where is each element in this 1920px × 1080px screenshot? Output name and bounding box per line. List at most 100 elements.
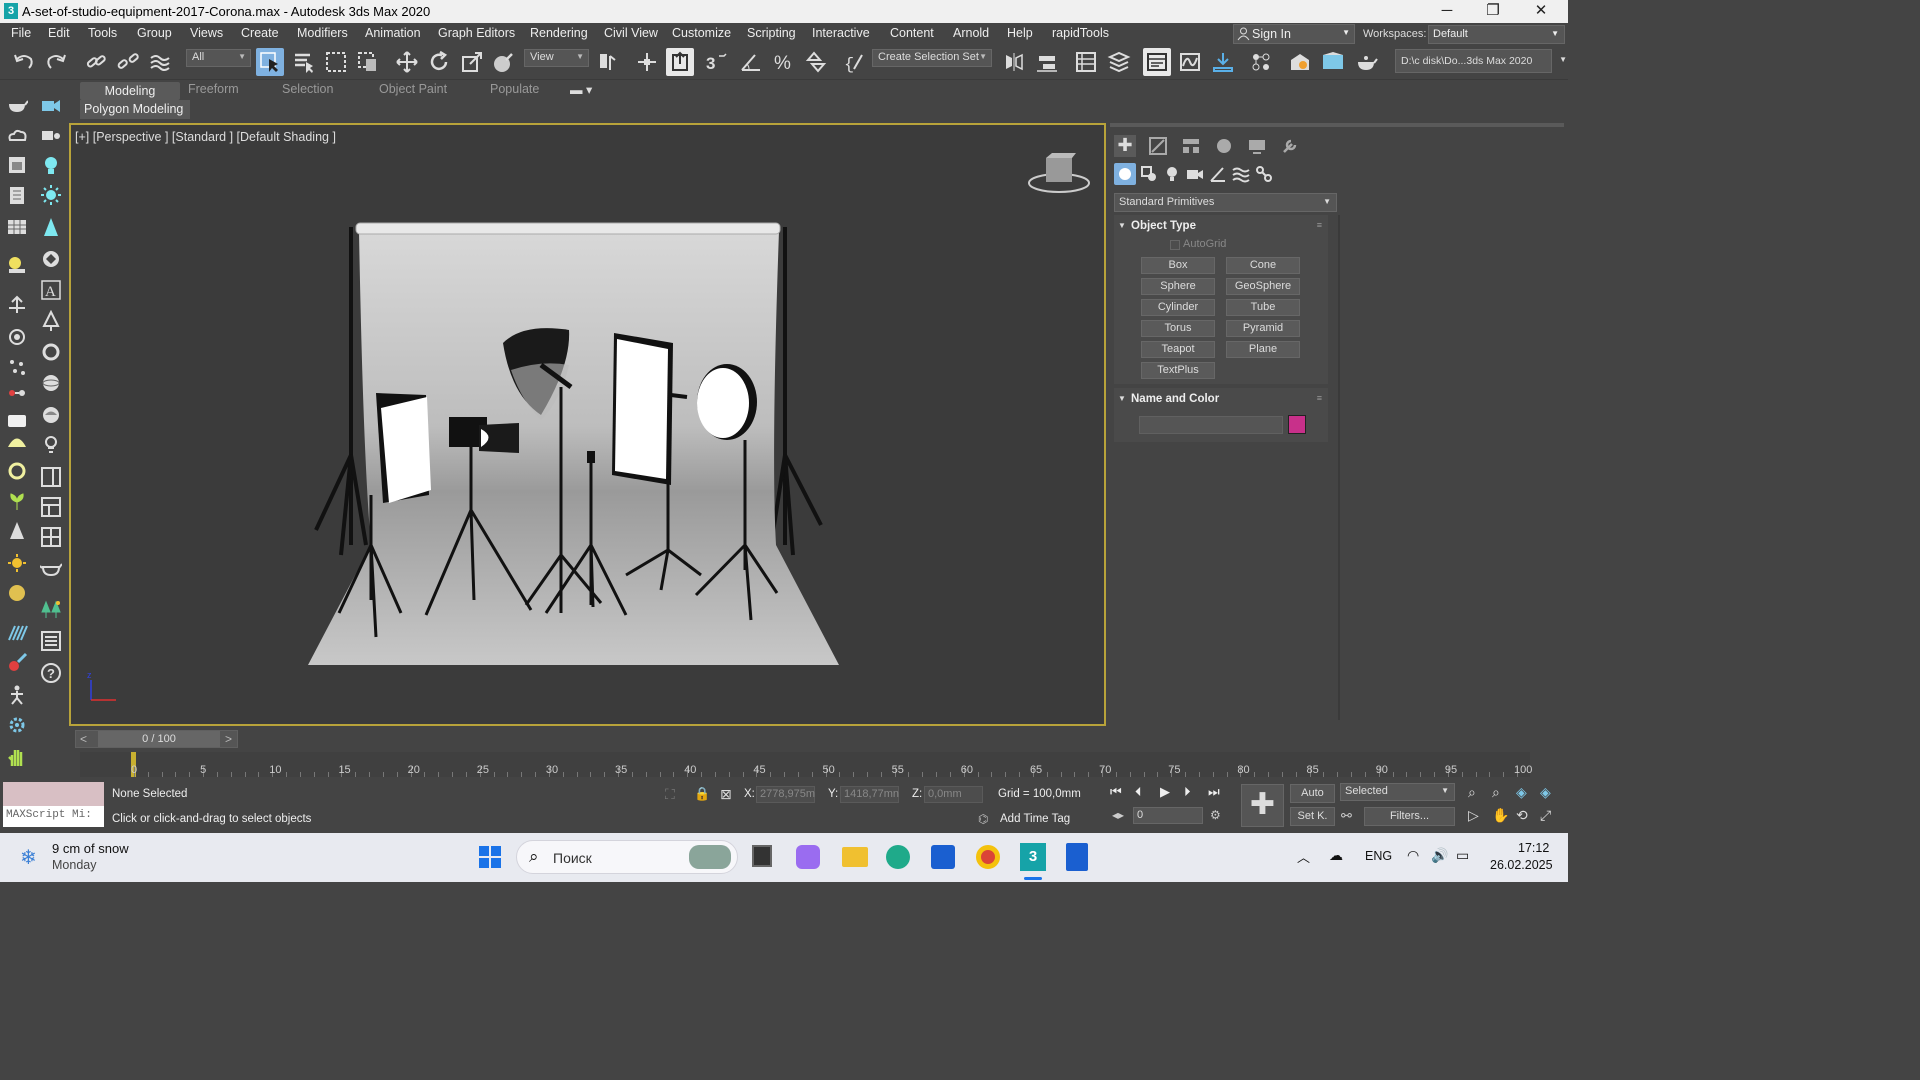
onedrive-icon[interactable]: ☁ [1329, 847, 1343, 864]
pan-hand-icon[interactable]: ✋ [1492, 807, 1509, 824]
bone-button[interactable] [4, 682, 30, 708]
sphere-button[interactable] [38, 370, 64, 396]
help-button[interactable]: ? [38, 660, 64, 686]
hierarchy-tab-icon[interactable] [1181, 136, 1201, 159]
workspace-select[interactable]: Default ▼ [1428, 25, 1565, 44]
select-manipulate-button[interactable] [633, 48, 661, 76]
menu-customize[interactable]: Customize [672, 26, 731, 40]
menu-scripting[interactable]: Scripting [747, 26, 796, 40]
place-button[interactable] [490, 48, 518, 76]
space-warps-category-button[interactable] [1232, 165, 1250, 186]
snaps-toggle-button[interactable]: 3 [703, 48, 731, 76]
teapot-button[interactable]: Teapot [1141, 341, 1215, 358]
settings-button[interactable] [4, 712, 30, 738]
selection-filter-dropdown[interactable]: All [186, 49, 251, 67]
collapse-icon[interactable]: ▼ [1118, 221, 1126, 230]
clock-date[interactable]: 26.02.2025 [1490, 858, 1553, 872]
primitive-category-dropdown[interactable]: Standard Primitives ▼ [1114, 193, 1337, 212]
geometry-category-button[interactable] [1114, 163, 1136, 185]
sign-in-dropdown[interactable]: Sign In ▼ [1233, 24, 1355, 44]
move-button[interactable] [393, 48, 421, 76]
menu-create[interactable]: Create [241, 26, 279, 40]
lock-icon[interactable]: 🔒 [694, 786, 710, 802]
current-frame-field[interactable]: 0 [1133, 807, 1203, 824]
file-explorer-icon[interactable] [842, 847, 868, 867]
maximize-viewport-icon[interactable]: ⤢ [1540, 807, 1551, 824]
auto-key-button[interactable]: Auto [1290, 784, 1335, 803]
zoom-all-icon[interactable]: ⌕ [1492, 784, 1500, 801]
maxscript-listener-pink[interactable] [3, 782, 104, 806]
rectangular-selection-button[interactable] [322, 48, 350, 76]
menu-civil-view[interactable]: Civil View [604, 26, 658, 40]
sun-light-button[interactable] [38, 182, 64, 208]
object-color-swatch[interactable] [1288, 415, 1306, 434]
box-button[interactable]: Box [1141, 257, 1215, 274]
next-frame-icon[interactable]: ⏵ [1184, 784, 1191, 800]
create-tab-icon[interactable]: ✚ [1114, 135, 1136, 157]
camera-group-button[interactable] [38, 92, 64, 118]
maxscript-mini-listener[interactable]: MAXScript Mi: [3, 806, 104, 827]
cone-button[interactable]: Cone [1226, 257, 1300, 274]
menu-interactive[interactable]: Interactive [812, 26, 870, 40]
schematic-view-button[interactable] [1209, 48, 1237, 76]
shapes-category-button[interactable] [1140, 165, 1158, 186]
teapot-alt-button[interactable] [38, 556, 64, 582]
zoom-extents-icon[interactable]: ◈ [1516, 784, 1527, 801]
menu-rendering[interactable]: Rendering [530, 26, 588, 40]
store-icon[interactable] [931, 845, 955, 869]
torus-button[interactable]: Torus [1141, 320, 1215, 337]
hand-tool-button[interactable] [4, 744, 30, 770]
menu-arnold[interactable]: Arnold [953, 26, 989, 40]
select-object-button[interactable] [256, 48, 284, 76]
menu-group[interactable]: Group [137, 26, 172, 40]
percent-snap-button[interactable]: % [770, 48, 798, 76]
orbit-icon[interactable]: ⟲ [1516, 807, 1528, 824]
ring-button[interactable] [4, 458, 30, 484]
list-panel-button[interactable] [38, 628, 64, 654]
chrome-icon[interactable] [976, 845, 1000, 869]
toggle-ribbon-button[interactable] [1143, 48, 1171, 76]
scale-button[interactable] [458, 48, 486, 76]
plant-button[interactable] [4, 488, 30, 514]
taskbar-search[interactable]: ⌕ Поиск [516, 840, 738, 874]
go-to-end-icon[interactable]: ⏭ [1208, 784, 1220, 800]
plane-button[interactable]: Plane [1226, 341, 1300, 358]
menu-modifiers[interactable]: Modifiers [297, 26, 348, 40]
volume-icon[interactable]: 🔊 [1431, 847, 1448, 864]
light-bulb-button[interactable] [38, 432, 64, 458]
viewport-layout-button[interactable] [38, 494, 64, 520]
box-button[interactable] [4, 182, 30, 208]
notepad-icon[interactable] [1066, 843, 1088, 871]
cameras-category-button[interactable] [1186, 165, 1204, 186]
tube-button[interactable]: Tube [1226, 299, 1300, 316]
frame-counter[interactable]: 0 / 100 [98, 731, 220, 747]
filters-button[interactable]: Filters... [1364, 807, 1455, 826]
language-indicator[interactable]: ENG [1365, 849, 1392, 863]
spinner-snap-button[interactable] [802, 48, 830, 76]
modify-tab-icon[interactable] [1148, 136, 1168, 159]
dome-button[interactable] [4, 428, 30, 454]
named-selection-set-dropdown[interactable]: Create Selection Set [872, 49, 992, 67]
object-type-title[interactable]: Object Type [1131, 220, 1196, 232]
plane-button[interactable] [4, 152, 30, 178]
keyboard-shortcut-override-button[interactable] [666, 48, 694, 76]
rendered-frame-window-button[interactable] [1319, 48, 1347, 76]
copilot-icon[interactable] [796, 845, 820, 869]
link-button[interactable] [82, 48, 110, 76]
time-slider[interactable]: < 0 / 100 > [75, 730, 238, 748]
key-filter-dropdown[interactable]: Selected ▼ [1340, 783, 1455, 801]
go-to-start-icon[interactable]: ⏮ [1110, 784, 1122, 800]
menu-views[interactable]: Views [190, 26, 223, 40]
grid-button[interactable] [4, 214, 30, 240]
motion-tab-icon[interactable] [1214, 136, 1234, 159]
tab-freeform[interactable]: Freeform [188, 82, 239, 100]
restore-button[interactable]: ❐ [1470, 0, 1516, 23]
helper-button[interactable] [4, 292, 30, 318]
close-button[interactable]: ✕ [1518, 0, 1564, 23]
menu-graph-editors[interactable]: Graph Editors [438, 26, 515, 40]
name-and-color-title[interactable]: Name and Color [1131, 393, 1219, 405]
timeline-track[interactable]: 0 5 10 15 20 25 30 35 40 45 50 55 60 65 70 75 80 85 90 95 10… [80, 752, 1532, 777]
paint-button[interactable] [4, 650, 30, 676]
modifier-button[interactable] [38, 246, 64, 272]
reference-coordinate-dropdown[interactable]: View [524, 49, 589, 67]
